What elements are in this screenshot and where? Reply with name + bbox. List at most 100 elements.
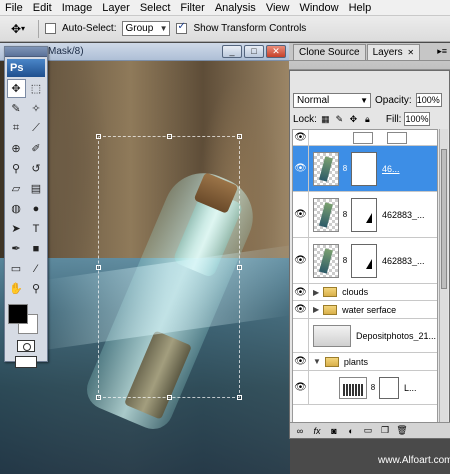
eye-icon[interactable]: 👁︎ [293, 353, 309, 370]
trash-icon[interactable]: 🗑︎ [396, 425, 408, 436]
show-transform-checkbox[interactable] [176, 21, 188, 34]
crop-tool-icon[interactable]: ⌗ [7, 119, 26, 138]
layer-row[interactable]: 👁︎ 8 462883_... [293, 192, 437, 238]
layer-row[interactable]: 👁︎ [293, 130, 437, 146]
gradient-tool-icon[interactable]: ▤ [27, 179, 46, 198]
blur-tool-icon[interactable]: ◍ [7, 199, 26, 218]
close-icon[interactable]: ✕ [407, 48, 414, 57]
close-button[interactable]: ✕ [266, 45, 286, 58]
add-mask-icon[interactable]: ◙ [328, 426, 340, 436]
slice-tool-icon[interactable]: ⟋ [27, 119, 46, 138]
foreground-color[interactable] [8, 304, 28, 324]
clone-stamp-tool-icon[interactable]: ⚲ [7, 159, 26, 178]
menu-file[interactable]: File [0, 0, 28, 16]
menu-edit[interactable]: Edit [28, 0, 57, 16]
transform-handle[interactable] [237, 265, 242, 270]
layer-row[interactable]: 👁︎ 8 L... [293, 371, 437, 405]
layer-group-row[interactable]: 👁︎ ▶ clouds [293, 284, 437, 301]
eye-icon[interactable]: 👁︎ [293, 130, 309, 145]
menu-analysis[interactable]: Analysis [210, 0, 261, 16]
layer-group-row[interactable]: 👁︎ ▼ plants [293, 353, 437, 371]
quick-mask-icon[interactable] [17, 340, 35, 352]
lock-all-icon[interactable]: 🔒︎ [362, 114, 373, 125]
layers-scrollbar[interactable] [439, 129, 448, 423]
tools-panel-header[interactable] [5, 47, 47, 57]
pen-tool-icon[interactable]: ✒ [7, 239, 26, 258]
notes-tool-icon[interactable]: ▭ [7, 259, 26, 278]
link-icon[interactable]: ∞ [294, 426, 306, 436]
eye-icon[interactable]: 👁︎ [293, 284, 309, 300]
collapse-arrow-icon[interactable]: ▼ [313, 357, 321, 366]
eye-icon[interactable]: 👁︎ [293, 301, 309, 318]
eye-icon[interactable]: 👁︎ [293, 146, 309, 191]
path-selection-tool-icon[interactable]: ➤ [7, 219, 26, 238]
magic-wand-tool-icon[interactable]: ✧ [27, 99, 46, 118]
dodge-tool-icon[interactable]: ● [27, 199, 46, 218]
minimize-button[interactable]: _ [222, 45, 242, 58]
menu-select[interactable]: Select [135, 0, 176, 16]
chain-link-icon[interactable]: 8 [368, 383, 378, 392]
screen-mode-icon[interactable] [15, 356, 37, 368]
maximize-button[interactable]: □ [244, 45, 264, 58]
history-brush-tool-icon[interactable]: ↺ [27, 159, 46, 178]
lock-pixels-icon[interactable]: ✎ [334, 114, 345, 125]
panel-menu-icon[interactable]: ▸≡ [437, 46, 447, 57]
transform-handle[interactable] [96, 265, 101, 270]
eye-icon[interactable]: 👁︎ [293, 371, 309, 404]
layer-row[interactable]: 👁︎ Depositphotos_21... [293, 319, 437, 353]
expand-arrow-icon[interactable]: ▶ [313, 288, 319, 297]
chain-link-icon[interactable]: 8 [340, 210, 350, 219]
brush-tool-icon[interactable]: ✐ [27, 139, 46, 158]
tab-layers[interactable]: Layers ✕ [366, 44, 421, 60]
shape-tool-icon[interactable]: ■ [27, 239, 46, 258]
chain-link-icon[interactable]: 8 [340, 256, 350, 265]
auto-select-checkbox[interactable] [45, 23, 56, 34]
marquee-tool-icon[interactable]: ⬚ [27, 79, 46, 98]
window-controls: _ □ ✕ [222, 45, 286, 58]
transform-handle[interactable] [167, 395, 172, 400]
adjustment-icon[interactable]: ◐ [345, 426, 357, 436]
menu-filter[interactable]: Filter [175, 0, 209, 16]
chain-link-icon[interactable]: 8 [340, 164, 350, 173]
lock-position-icon[interactable]: ✥ [348, 114, 359, 125]
eraser-tool-icon[interactable]: ▱ [7, 179, 26, 198]
lasso-tool-icon[interactable]: ✎ [7, 99, 26, 118]
tab-clone-source[interactable]: Clone Source [293, 44, 366, 60]
transform-handle[interactable] [167, 134, 172, 139]
fill-input[interactable]: 100% [404, 112, 431, 126]
transform-handle[interactable] [237, 395, 242, 400]
menu-image[interactable]: Image [57, 0, 98, 16]
layer-row[interactable]: 👁︎ 8 46... [293, 146, 437, 192]
layer-name: L... [404, 382, 417, 393]
move-tool-icon[interactable]: ✥ ▾ [4, 20, 32, 38]
transform-handle[interactable] [96, 395, 101, 400]
new-layer-icon[interactable]: ❐ [379, 425, 391, 436]
eye-icon[interactable]: 👁︎ [293, 319, 309, 352]
eye-icon[interactable]: 👁︎ [293, 238, 309, 283]
expand-arrow-icon[interactable]: ▶ [313, 305, 319, 314]
fx-icon[interactable]: fx [311, 426, 323, 436]
zoom-tool-icon[interactable]: ⚲ [27, 279, 46, 298]
color-swatches [6, 302, 46, 336]
eyedropper-tool-icon[interactable]: ⁄ [27, 259, 46, 278]
type-tool-icon[interactable]: T [27, 219, 46, 238]
lock-transparency-icon[interactable]: ▦ [320, 114, 331, 125]
move-tool-icon[interactable]: ✥ [6, 79, 26, 98]
menu-window[interactable]: Window [294, 0, 343, 16]
opacity-input[interactable]: 100% [415, 93, 442, 107]
eye-icon[interactable]: 👁︎ [293, 192, 309, 237]
scrollbar-thumb[interactable] [441, 149, 447, 289]
transform-bounding-box[interactable] [96, 134, 242, 400]
blend-mode-dropdown[interactable]: Normal ▼ [293, 92, 371, 108]
folder-icon[interactable]: ▭ [362, 425, 374, 436]
layer-group-row[interactable]: 👁︎ ▶ water serface [293, 301, 437, 319]
hand-tool-icon[interactable]: ✋ [7, 279, 26, 298]
transform-handle[interactable] [96, 134, 101, 139]
menu-layer[interactable]: Layer [97, 0, 135, 16]
transform-handle[interactable] [237, 134, 242, 139]
menu-help[interactable]: Help [344, 0, 377, 16]
auto-select-dropdown[interactable]: Group ▼ [122, 21, 171, 36]
layer-row[interactable]: 👁︎ 8 462883_... [293, 238, 437, 284]
healing-brush-tool-icon[interactable]: ⊕ [7, 139, 26, 158]
menu-view[interactable]: View [261, 0, 295, 16]
